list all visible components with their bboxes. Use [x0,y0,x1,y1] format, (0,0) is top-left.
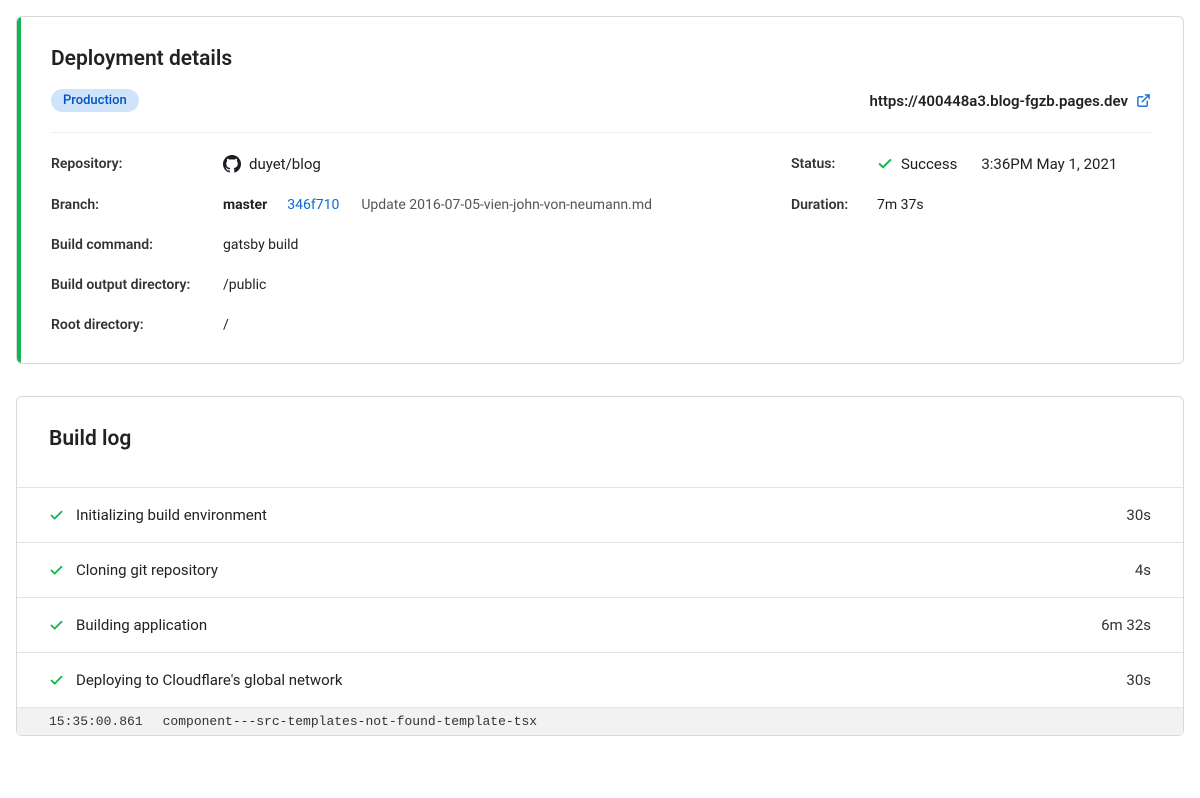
build-step-duration: 4s [1135,561,1151,579]
deployment-timestamp: 3:36PM May 1, 2021 [981,155,1117,173]
root-dir-value: / [223,317,229,333]
build-command-label: Build command: [51,237,223,253]
build-step-clone[interactable]: Cloning git repository 4s [17,542,1183,597]
check-icon [49,508,64,523]
branch-label: Branch: [51,197,223,213]
build-step-init[interactable]: Initializing build environment 30s [17,487,1183,542]
branch-row: Branch: master 346f710 Update 2016-07-05… [51,197,743,213]
status-label: Status: [791,156,877,172]
build-step-deploy[interactable]: Deploying to Cloudflare's global network… [17,652,1183,707]
build-step-duration: 30s [1126,671,1151,689]
build-log-title: Build log [49,427,1151,451]
commit-hash-link[interactable]: 346f710 [287,197,339,213]
environment-badge: Production [51,89,139,112]
deployment-url-text: https://400448a3.blog-fgzb.pages.dev [869,92,1128,110]
details-left-column: Repository: duyet/blog Branch: master 34… [51,155,743,333]
build-output-row: Build output directory: /public [51,277,743,293]
log-output-text: component---src-templates-not-found-temp… [163,714,537,729]
commit-message: Update 2016-07-05-vien-john-von-neumann.… [361,197,652,213]
external-link-icon [1136,93,1151,108]
build-step-duration: 30s [1126,506,1151,524]
build-log-card: Build log Initializing build environment… [16,396,1184,736]
deployment-url-link[interactable]: https://400448a3.blog-fgzb.pages.dev [869,92,1151,110]
build-step-name: Cloning git repository [76,561,218,579]
repository-label: Repository: [51,156,223,172]
build-output-label: Build output directory: [51,277,223,293]
check-icon [49,563,64,578]
duration-label: Duration: [791,197,877,213]
build-step-duration: 6m 32s [1101,616,1151,634]
deployment-top-row: Production https://400448a3.blog-fgzb.pa… [51,89,1151,133]
status-text: Success [901,155,957,173]
duration-row: Duration: 7m 37s [791,197,1151,213]
build-step-name: Deploying to Cloudflare's global network [76,671,342,689]
github-icon [223,155,241,173]
build-step-build[interactable]: Building application 6m 32s [17,597,1183,652]
details-right-column: Status: Success 3:36PM May 1, 2021 Durat… [791,155,1151,333]
build-command-value: gatsby build [223,237,298,253]
build-output-value: /public [223,277,266,293]
root-dir-row: Root directory: / [51,317,743,333]
build-step-name: Building application [76,616,207,634]
duration-value: 7m 37s [877,197,924,213]
deployment-details-title: Deployment details [51,47,1151,71]
root-dir-label: Root directory: [51,317,223,333]
build-command-row: Build command: gatsby build [51,237,743,253]
log-output-time: 15:35:00.861 [49,714,143,729]
repository-link[interactable]: duyet/blog [249,155,321,173]
check-icon [49,673,64,688]
status-row: Status: Success 3:36PM May 1, 2021 [791,155,1151,173]
check-icon [877,156,893,172]
deployment-details-card: Deployment details Production https://40… [16,16,1184,364]
branch-name: master [223,197,267,213]
build-log-header: Build log [17,397,1183,487]
build-log-output: 15:35:00.861 component---src-templates-no… [17,707,1183,735]
details-grid: Repository: duyet/blog Branch: master 34… [51,155,1151,333]
repository-row: Repository: duyet/blog [51,155,743,173]
check-icon [49,618,64,633]
build-step-name: Initializing build environment [76,506,267,524]
